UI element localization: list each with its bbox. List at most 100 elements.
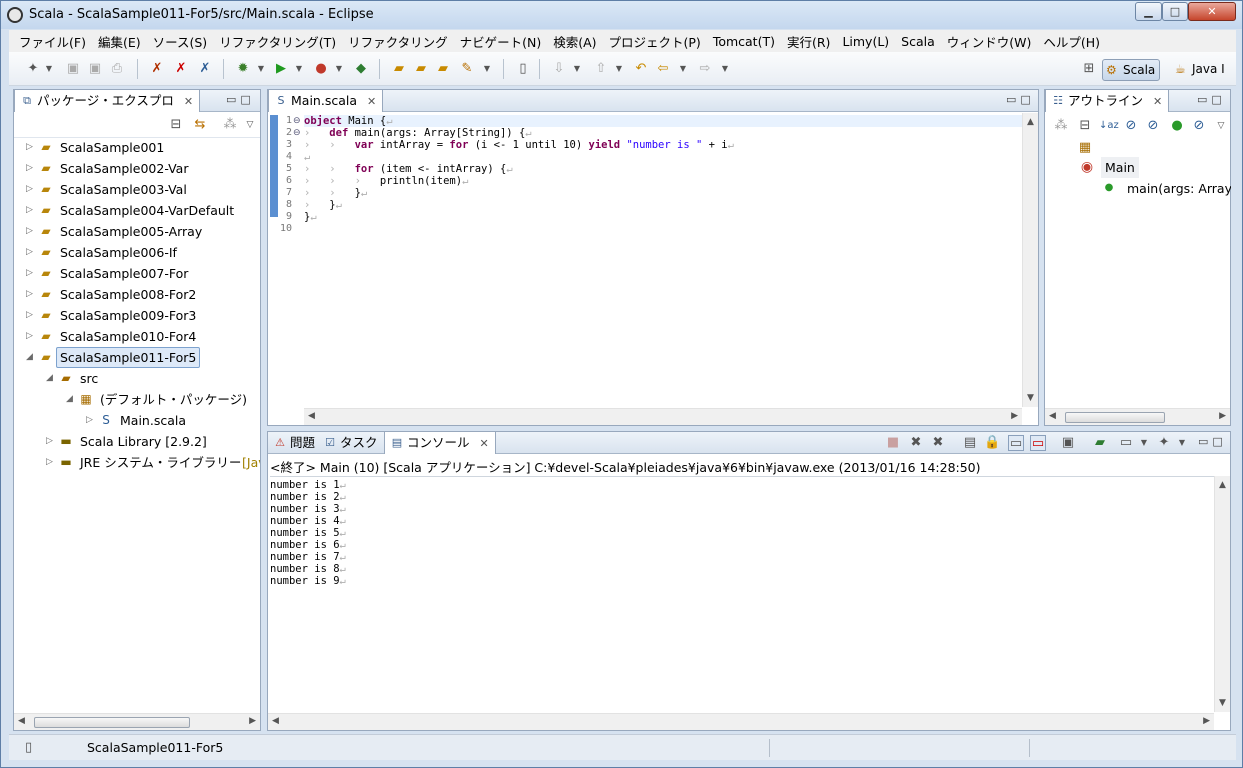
clear-console-icon[interactable]: ▤ [962,435,978,451]
search-icon[interactable]: ✎ [459,61,475,77]
menu-search[interactable]: 検索(A) [547,32,602,51]
save-icon[interactable]: ▣ [65,61,81,77]
menu-refactor-2[interactable]: リファクタリング [342,32,454,51]
debug-dropdown-icon[interactable]: ▼ [253,61,269,77]
hide-fields-icon[interactable]: ⊘ [1123,118,1139,134]
collapsed-arrow-icon[interactable]: ▷ [46,431,56,452]
project-item[interactable]: ▷ ▰ ScalaSample008-For2 [14,284,260,305]
collapsed-arrow-icon[interactable]: ▷ [46,452,56,473]
collapsed-arrow-icon[interactable]: ▷ [26,326,36,347]
collapsed-arrow-icon[interactable]: ▷ [26,200,36,221]
expanded-arrow-icon[interactable]: ◢ [46,368,56,389]
sort-icon[interactable]: ↓az [1099,118,1119,134]
collapsed-arrow-icon[interactable]: ▷ [26,137,36,158]
external-tools-dropdown-icon[interactable]: ▼ [331,61,347,77]
code-line-1[interactable]: object Main {↵ [304,115,1022,127]
focus-icon[interactable]: ⁂ [1053,118,1069,134]
tree-item-jre-library[interactable]: ▷▬JRE システム・ライブラリー [Jav [14,452,260,473]
expanded-arrow-icon[interactable]: ◢ [66,389,76,410]
panel-minmax-icon[interactable]: ▭□ [1006,93,1035,106]
hscroll-thumb[interactable] [1065,412,1165,423]
collapsed-arrow-icon[interactable]: ▷ [26,179,36,200]
search-dropdown-icon[interactable]: ▼ [479,61,495,77]
forward-icon[interactable]: ⇨ [697,61,713,77]
minimize-button[interactable]: ▁ [1135,2,1162,21]
perspective-java[interactable]: ☕ Java I [1172,59,1243,81]
code-line-7[interactable]: › › }↵ [304,187,367,199]
remove-launch-icon[interactable]: ✖ [908,435,924,451]
collapsed-arrow-icon[interactable]: ▷ [86,410,96,431]
fold-toggle-icon[interactable]: ⊖ [293,127,301,139]
coverage-icon[interactable]: ◆ [353,61,369,77]
close-tab-icon[interactable]: ✕ [1153,95,1162,108]
new-icon[interactable]: ✦ [25,61,41,77]
outline-method-main[interactable]: ● main(args: Array| [1101,178,1231,199]
scroll-lock-icon[interactable]: 🔒 [984,435,1000,451]
close-tab-icon[interactable]: ✕ [480,437,489,450]
show-on-stdout-icon[interactable]: ▭ [1008,435,1024,451]
outline-object-main[interactable]: ◉ Main [1075,157,1159,178]
annotation-icon[interactable]: ▯ [515,61,531,77]
menu-window[interactable]: ウィンドウ(W) [941,32,1038,51]
tree-item-scala-library[interactable]: ▷ ▬ Scala Library [2.9.2] [14,431,260,452]
terminate-icon[interactable]: ■ [885,435,901,451]
panel-minmax-icon[interactable]: ▭□ [226,93,255,106]
code-area[interactable]: object Main {↵ › def main(args: Array[St… [304,113,1022,407]
save-all-icon[interactable]: ▣ [87,61,103,77]
new-dropdown-icon[interactable]: ▼ [41,61,57,77]
menu-source[interactable]: ソース(S) [147,32,214,51]
forward-dropdown-icon[interactable]: ▼ [717,61,733,77]
fold-toggle-icon[interactable]: ⊖ [293,115,301,127]
code-line-6[interactable]: › › › println(item)↵ [304,175,468,187]
menu-project[interactable]: プロジェクト(P) [603,32,707,51]
pin-console-icon[interactable]: ▣ [1060,435,1076,451]
collapsed-arrow-icon[interactable]: ▷ [26,284,36,305]
run-dropdown-icon[interactable]: ▼ [291,61,307,77]
scala-class-icon[interactable]: ✗ [197,61,213,77]
project-item[interactable]: ▷ ▰ ScalaSample010-For4 [14,326,260,347]
code-line-3[interactable]: › › var intArray = for (i <- 1 until 10)… [304,139,734,151]
menu-help[interactable]: ヘルプ(H) [1037,32,1106,51]
project-item[interactable]: ▷ ▰ ScalaSample007-For [14,263,260,284]
fast-view-icon[interactable]: ▯ [25,740,32,755]
code-line-9[interactable]: }↵ [304,211,317,223]
project-item[interactable]: ▷ ▰ ScalaSample003-Val [14,179,260,200]
project-item[interactable]: ▷ ▰ ScalaSample002-Var [14,158,260,179]
tab-outline[interactable]: ☷ アウトライン ✕ [1045,90,1170,112]
tab-problems[interactable]: ⚠ 問題 [268,432,321,454]
open-task-icon[interactable]: ▰ [413,61,429,77]
open-perspective-icon[interactable]: ⊞ [1081,61,1097,77]
editor-vscroll[interactable]: ▲ ▼ [1022,113,1038,407]
tree-item-src[interactable]: ◢ ▰ src [14,368,260,389]
menu-edit[interactable]: 編集(E) [92,32,147,51]
tab-main-scala[interactable]: S Main.scala ✕ [268,90,384,112]
tab-tasks[interactable]: ☑ タスク [318,432,384,454]
code-line-2[interactable]: › def main(args: Array[String]) {↵ [304,127,532,139]
collapsed-arrow-icon[interactable]: ▷ [26,263,36,284]
maximize-button[interactable]: □ [1162,2,1188,21]
show-on-stderr-icon[interactable]: ▭ [1030,435,1046,451]
scala-package-icon[interactable]: ✗ [173,61,189,77]
tree-item-default-package[interactable]: ◢ ▦ (デフォルト・パッケージ) [14,389,260,410]
project-item[interactable]: ▷ ▰ ScalaSample006-If [14,242,260,263]
panel-minmax-icon[interactable]: ▭□ [1198,435,1227,448]
remove-all-terminated-icon[interactable]: ✖ [930,435,946,451]
hide-nonpublic-icon[interactable]: ● [1169,118,1185,134]
collapse-all-icon[interactable]: ⊟ [168,117,184,133]
code-line-4[interactable]: ↵ [304,151,310,163]
open-console-icon[interactable]: ▭ [1118,435,1134,451]
next-annotation-dropdown-icon[interactable]: ▼ [569,61,585,77]
collapse-all-icon[interactable]: ⊟ [1077,118,1093,134]
collapsed-arrow-icon[interactable]: ▷ [26,158,36,179]
run-icon[interactable]: ▶ [273,61,289,77]
focus-icon[interactable]: ⁂ [222,117,238,133]
collapsed-arrow-icon[interactable]: ▷ [26,305,36,326]
console-hscroll[interactable]: ◀ ▶ [268,713,1214,730]
menu-file[interactable]: ファイル(F) [13,32,92,51]
collapsed-arrow-icon[interactable]: ▷ [26,242,36,263]
outline-hscroll[interactable]: ◀ ▶ [1045,408,1230,425]
back-dropdown-icon[interactable]: ▼ [675,61,691,77]
debug-icon[interactable]: ✹ [235,61,251,77]
hide-local-types-icon[interactable]: ⊘ [1191,118,1207,134]
hide-static-icon[interactable]: ⊘ [1145,118,1161,134]
